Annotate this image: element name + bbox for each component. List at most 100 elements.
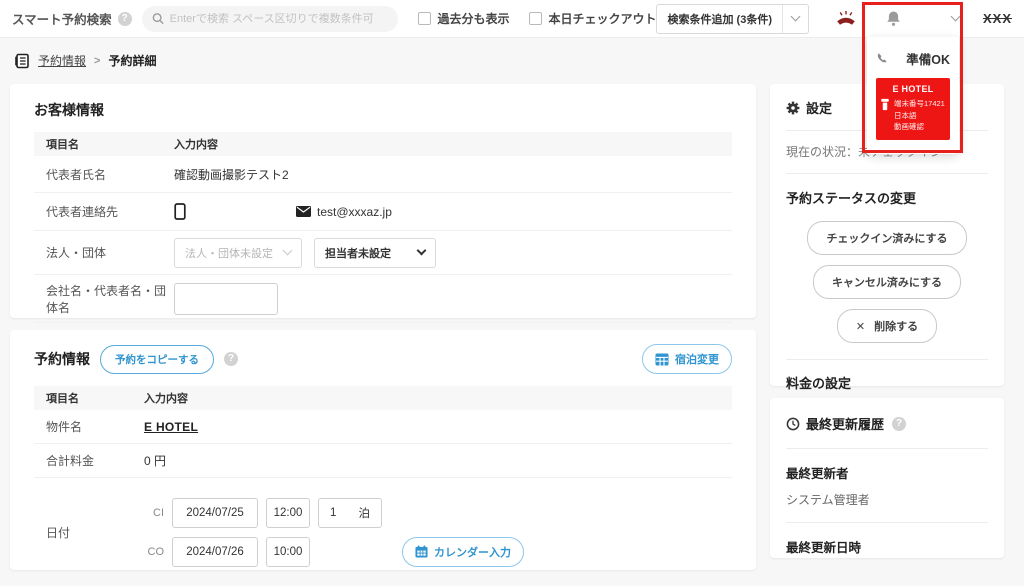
reservation-info-title: 予約情報 xyxy=(34,349,90,369)
corporate-group-select[interactable]: 法人・団体未設定 xyxy=(174,238,302,268)
checkin-line: CI 2024/07/25 12:00 1 泊 xyxy=(144,498,524,528)
search-box[interactable] xyxy=(142,6,399,32)
company-name-input[interactable] xyxy=(174,283,278,315)
add-search-condition-button[interactable]: 検索条件追加 (3条件) xyxy=(656,4,809,34)
phone-status-row[interactable]: 準備OK xyxy=(876,49,950,68)
customer-info-title: お客様情報 xyxy=(34,100,732,120)
checkout-date-input[interactable]: 2024/07/26 xyxy=(172,537,258,567)
phone-status-text: 準備OK xyxy=(906,49,950,68)
checkin-label: CI xyxy=(144,507,164,519)
help-icon[interactable]: ? xyxy=(892,417,906,431)
device-language: 日本語 xyxy=(894,110,945,122)
mark-checked-in-button[interactable]: チェックイン済みにする xyxy=(807,221,966,255)
mobile-phone-icon xyxy=(174,203,186,220)
device-hotel-name: E HOTEL xyxy=(880,84,946,94)
notifications-button[interactable] xyxy=(875,10,913,27)
settings-title: 設定 xyxy=(806,98,832,117)
past-filter[interactable]: 過去分も表示 xyxy=(418,10,509,27)
col-item-name: 項目名 xyxy=(34,136,174,152)
copy-reservation-button[interactable]: 予約をコピーする xyxy=(100,345,214,374)
reservation-info-card: 予約情報 予約をコピーする ? 宿泊変更 項目名 入力内容 物件名 E HOTE… xyxy=(10,330,756,570)
company-name-label: 会社名・代表者名・団体名 xyxy=(34,282,174,316)
breadcrumb-separator: > xyxy=(94,55,100,67)
table-row-corporate-group: 法人・団体 法人・団体未設定 担当者未設定 xyxy=(34,231,732,275)
today-checkout-checkbox[interactable] xyxy=(529,12,542,25)
top-bar: スマート予約検索 ? 過去分も表示 本日チェックアウト 検索条件追加 (3条件) xyxy=(0,0,1024,38)
calendar-input-label: カレンダー入力 xyxy=(434,544,511,560)
corporate-group-select-value: 法人・団体未設定 xyxy=(185,245,273,261)
stay-change-button[interactable]: 宿泊変更 xyxy=(642,344,732,374)
table-row-company-name: 会社名・代表者名・団体名 xyxy=(34,275,732,323)
checkout-label: CO xyxy=(144,546,164,558)
col-input-content: 入力内容 xyxy=(144,390,188,406)
search-icon xyxy=(152,12,164,25)
chevron-down-icon xyxy=(791,12,801,22)
stay-change-icon xyxy=(655,353,669,366)
table-row-representative-name: 代表者氏名 確認動画撮影テスト2 xyxy=(34,156,732,193)
past-checkbox[interactable] xyxy=(418,12,431,25)
delete-button-label: 削除する xyxy=(874,318,918,334)
checkin-date-input[interactable]: 2024/07/25 xyxy=(172,498,258,528)
checkin-time-input[interactable]: 12:00 xyxy=(266,498,310,528)
device-card[interactable]: E HOTEL 端末番号17421 日本語 動画確認 xyxy=(876,78,950,140)
nights-unit: 泊 xyxy=(359,505,371,521)
customer-info-card: お客様情報 項目名 入力内容 代表者氏名 確認動画撮影テスト2 代表者連絡先 t… xyxy=(10,84,756,318)
chevron-down-icon xyxy=(283,246,293,256)
device-mode: 動画確認 xyxy=(894,121,945,133)
bell-icon xyxy=(886,10,901,27)
representative-name-label: 代表者氏名 xyxy=(34,166,174,183)
add-search-condition-label[interactable]: 検索条件追加 (3条件) xyxy=(657,5,782,33)
app-title: スマート予約検索 xyxy=(12,9,112,28)
col-input-content: 入力内容 xyxy=(174,136,218,152)
email-value[interactable]: test@xxxaz.jp xyxy=(317,205,392,219)
manager-select-value: 担当者未設定 xyxy=(325,245,391,261)
mark-cancelled-button[interactable]: キャンセル済みにする xyxy=(813,265,961,299)
customer-table-header: 項目名 入力内容 xyxy=(34,132,732,156)
breadcrumb-reservation-info-link[interactable]: 予約情報 xyxy=(38,52,86,69)
chevron-down-icon xyxy=(417,246,427,256)
email-icon xyxy=(296,206,311,217)
property-name-label: 物件名 xyxy=(34,418,144,435)
add-condition-caret[interactable] xyxy=(782,5,808,33)
help-icon[interactable]: ? xyxy=(224,352,238,366)
delete-button[interactable]: ✕ 削除する xyxy=(837,309,937,343)
search-input[interactable] xyxy=(170,13,389,25)
corporate-group-label: 法人・団体 xyxy=(34,244,174,261)
phone-status-button[interactable] xyxy=(827,10,865,27)
table-row-property-name: 物件名 E HOTEL xyxy=(34,410,732,444)
nights-value: 1 xyxy=(330,507,336,519)
last-updater-label: 最終更新者 xyxy=(786,463,988,482)
nights-input[interactable]: 1 泊 xyxy=(318,498,382,528)
col-item-name: 項目名 xyxy=(34,390,144,406)
representative-name-value: 確認動画撮影テスト2 xyxy=(174,166,289,183)
help-icon[interactable]: ? xyxy=(118,12,132,26)
device-terminal-number: 端末番号17421 xyxy=(894,98,945,110)
manager-select[interactable]: 担当者未設定 xyxy=(314,238,436,268)
account-menu-button[interactable] xyxy=(937,17,975,20)
past-checkbox-label: 過去分も表示 xyxy=(437,10,509,27)
close-icon: ✕ xyxy=(856,320,865,333)
today-checkout-filter[interactable]: 本日チェックアウト xyxy=(529,10,656,27)
checkout-time-input[interactable]: 10:00 xyxy=(266,537,310,567)
last-update-history-card: 最終更新履歴 ? 最終更新者 システム管理者 最終更新日時 xyxy=(770,398,1004,558)
last-update-datetime-label: 最終更新日時 xyxy=(786,537,988,556)
calendar-input-button[interactable]: カレンダー入力 xyxy=(402,537,524,567)
representative-contact-label: 代表者連絡先 xyxy=(34,203,174,220)
property-name-link[interactable]: E HOTEL xyxy=(144,420,198,434)
checkout-line: CO 2024/07/26 10:00 カレンダー入力 xyxy=(144,537,524,567)
date-label: 日付 xyxy=(34,524,144,541)
phone-ringing-icon xyxy=(835,10,857,27)
history-title: 最終更新履歴 xyxy=(806,414,884,433)
status-change-section-title: 予約ステータスの変更 xyxy=(786,188,916,207)
table-row-dates: 日付 CI 2024/07/25 12:00 1 泊 CO 2024/07/26… xyxy=(34,478,732,586)
table-row-total-price: 合計料金 0 円 xyxy=(34,444,732,478)
device-details: 端末番号17421 日本語 動画確認 xyxy=(894,98,945,133)
today-checkout-label: 本日チェックアウト xyxy=(548,10,656,27)
phone-device-panel: 準備OK E HOTEL 端末番号17421 日本語 動画確認 xyxy=(867,37,959,154)
calendar-icon xyxy=(415,545,428,558)
breadcrumb: 予約情報 > 予約詳細 xyxy=(14,52,156,69)
chevron-down-icon xyxy=(951,12,961,22)
reservation-table-header: 項目名 入力内容 xyxy=(34,386,732,410)
stay-change-label: 宿泊変更 xyxy=(675,351,719,367)
topbar-right: 検索条件追加 (3条件) XXX xyxy=(656,4,1012,34)
